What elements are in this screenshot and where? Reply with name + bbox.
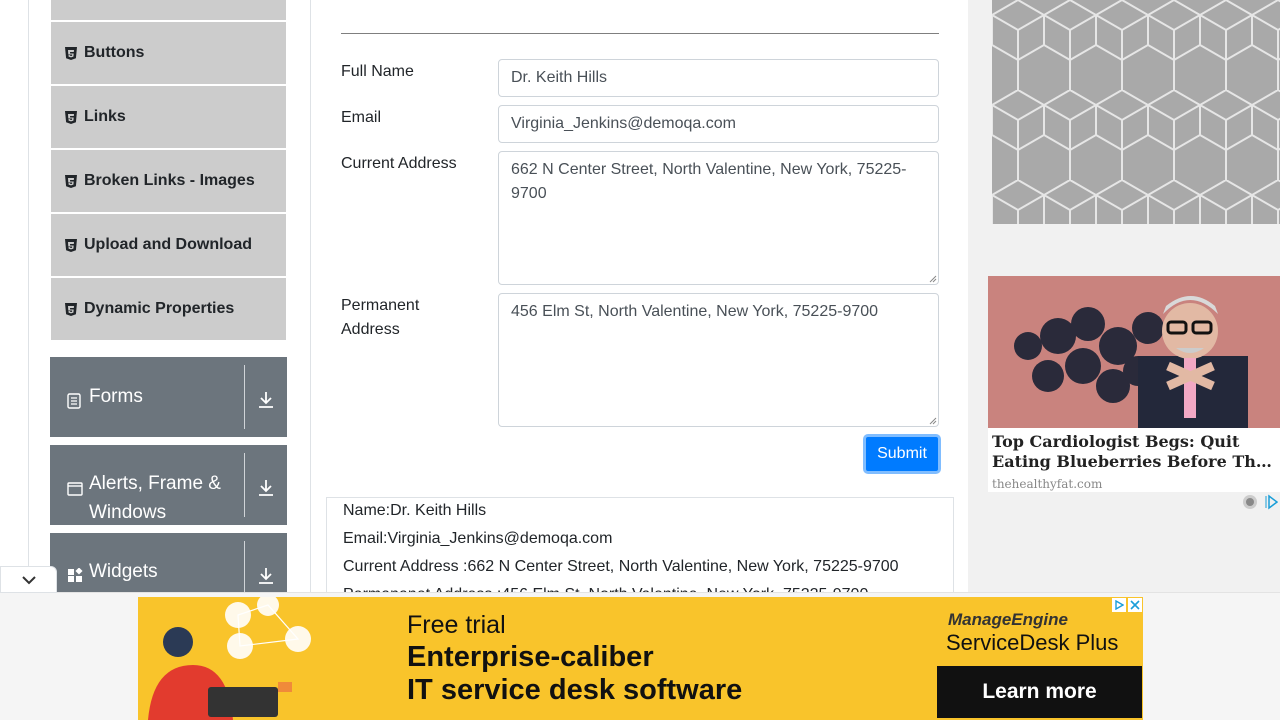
ad-pattern-image[interactable] [992,0,1280,224]
full-name-label: Full Name [341,63,414,80]
banner-line3: IT service desk software [407,674,743,706]
banner-product: ServiceDesk Plus [946,630,1119,655]
html5-icon [65,302,77,316]
adchoices-icon[interactable] [1112,598,1126,612]
ad-source: thehealthyfat.com [992,477,1103,491]
output-name: Name:Dr. Keith Hills [343,502,487,519]
sidebar-item-label: Broken Links - Images [84,172,255,189]
html5-icon [65,110,77,124]
sidebar-divider [28,0,29,600]
ad-close-controls [1112,598,1142,612]
current-address-label: Current Address [341,155,457,172]
resize-handle-icon[interactable] [929,275,937,283]
output-current-address: Current Address :662 N Center Street, No… [343,558,899,575]
sidebar-group-alerts[interactable]: Alerts, Frame & Windows [50,445,287,525]
chevron-down-icon[interactable] [245,445,287,525]
email-label: Email [341,109,382,126]
header-rule [341,33,939,34]
form-icon [67,389,83,418]
permanent-address-textarea[interactable]: 456 Elm St, North Valentine, New York, 7… [498,293,939,427]
sidebar-group-label: Alerts, Frame & Windows [89,473,221,523]
main-divider [310,0,311,600]
submit-button[interactable]: Submit [863,434,941,474]
sidebar-item-label: Links [84,108,126,125]
chevron-down-icon[interactable] [245,357,287,437]
collapse-toggle[interactable] [0,566,57,593]
banner-brand: ManageEngine [948,610,1068,629]
sidebar-item-links[interactable]: Links [51,86,286,148]
sidebar-group-label: Widgets [89,561,158,582]
sidebar-item-previous[interactable] [51,0,286,20]
email-input[interactable] [498,105,939,143]
banner-ad[interactable]: Free trial Enterprise-caliber IT service… [138,597,1143,720]
html5-icon [65,174,77,188]
banner-line2: Enterprise-caliber [407,641,654,673]
full-name-input[interactable] [498,59,939,97]
resize-handle-icon[interactable] [929,417,937,425]
sidebar-item-buttons[interactable]: Buttons [51,22,286,84]
banner-line1: Free trial [407,611,506,639]
page: Buttons Links Broken Links - Images Uplo… [0,0,1280,720]
output-email: Email:Virginia_Jenkins@demoqa.com [343,530,613,547]
chevron-down-icon [21,575,36,584]
adchoices-icon[interactable] [1242,494,1279,515]
sidebar-group-label: Forms [89,386,143,407]
sidebar-item-broken-links[interactable]: Broken Links - Images [51,150,286,212]
learn-more-button[interactable]: Learn more [937,666,1142,718]
ad-photo [988,276,1280,428]
widgets-icon [67,564,83,593]
sidebar-item-dynamic-properties[interactable]: Dynamic Properties [51,278,286,340]
sidebar-item-label: Upload and Download [84,236,252,253]
html5-icon [65,238,77,252]
output-panel: Name:Dr. Keith Hills Email:Virginia_Jenk… [326,497,954,607]
sidebar-item-label: Dynamic Properties [84,300,235,317]
permanent-address-label: Permanent Address [341,297,420,338]
html5-icon [65,46,77,60]
sidebar-item-label: Buttons [84,44,145,61]
ad-headline[interactable]: Top Cardiologist Begs: Quit Eating Blueb… [992,432,1278,474]
window-icon [67,476,83,505]
current-address-textarea[interactable]: 662 N Center Street, North Valentine, Ne… [498,151,939,285]
sidebar-group-forms[interactable]: Forms [50,357,287,437]
sponsored-ad[interactable]: Top Cardiologist Begs: Quit Eating Blueb… [988,276,1280,492]
ad-illustration [148,597,311,720]
close-icon[interactable] [1128,598,1142,612]
sidebar-item-upload-download[interactable]: Upload and Download [51,214,286,276]
